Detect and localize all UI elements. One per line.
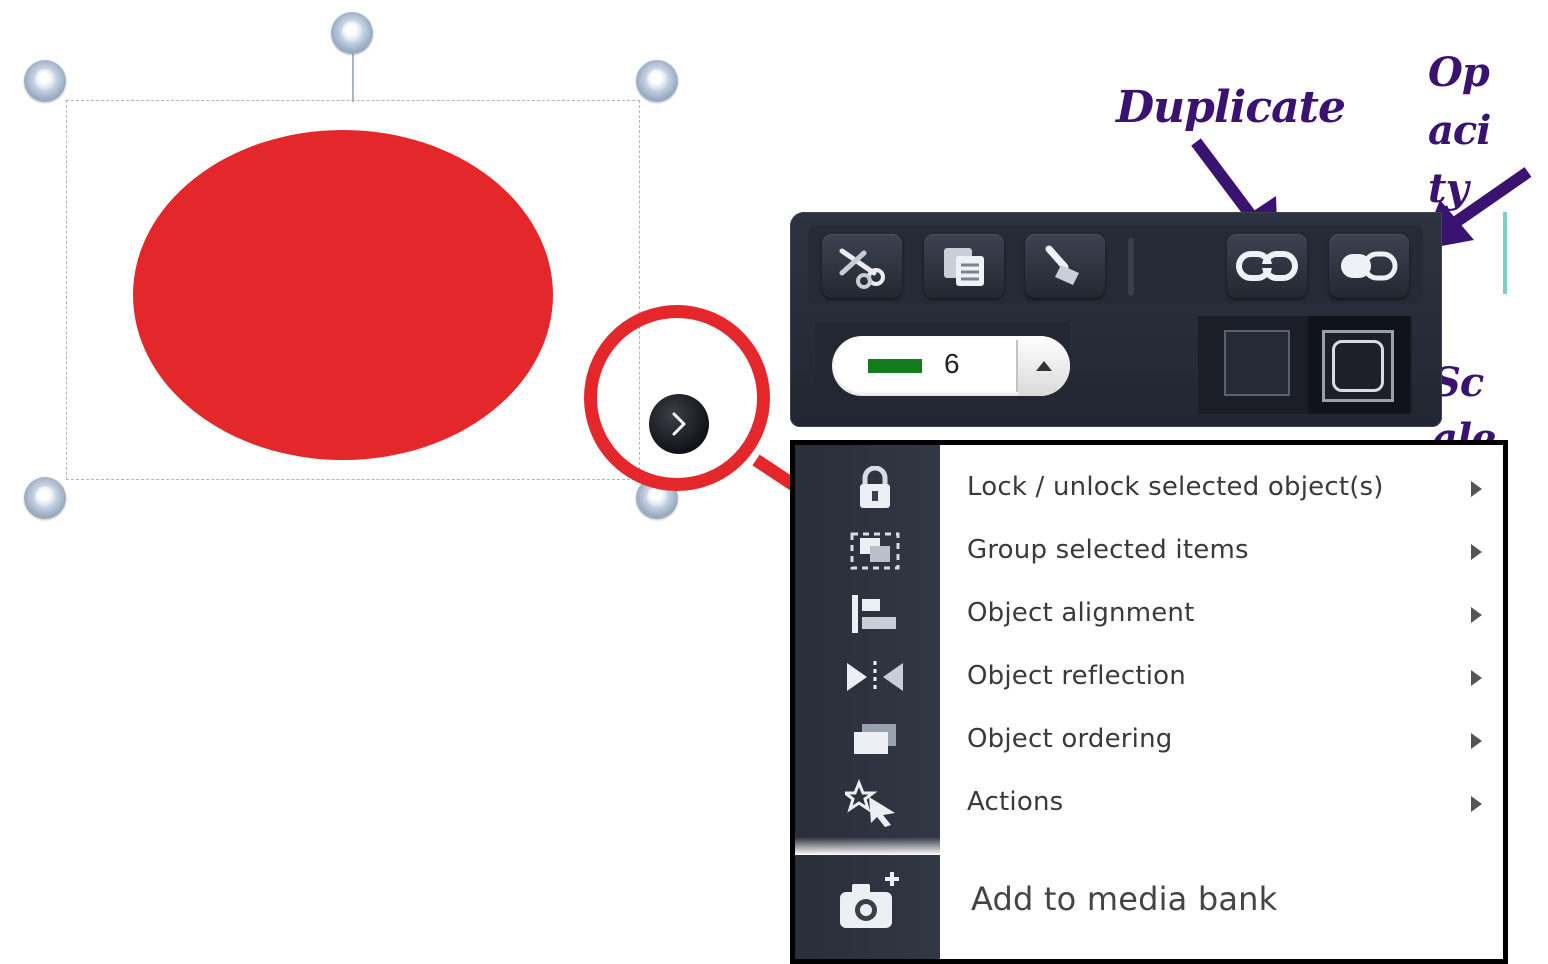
toolbar-separator — [1128, 238, 1134, 296]
submenu-arrow-icon — [1471, 733, 1482, 749]
order-icon — [835, 713, 915, 767]
annotation-opacity-line: ty — [1428, 165, 1469, 212]
annotation-scale-line: Sc — [1432, 359, 1484, 406]
menu-scroll-fade — [795, 837, 1503, 855]
menu-item-group[interactable]: Group selected items — [795, 520, 1508, 582]
cut-button[interactable] — [822, 234, 902, 298]
format-painter-button[interactable] — [1025, 234, 1105, 298]
copy-button[interactable] — [924, 234, 1004, 298]
menu-item-lock[interactable]: Lock / unlock selected object(s) — [795, 457, 1508, 519]
caret-up-icon — [1036, 361, 1052, 371]
line-color-swatch — [868, 359, 922, 373]
submenu-arrow-icon — [1471, 544, 1482, 560]
lock-icon — [835, 461, 915, 515]
duplicate-button[interactable] — [1227, 234, 1307, 298]
align-icon — [835, 587, 915, 641]
menu-item-label: Add to media bank — [971, 880, 1278, 918]
reflect-icon — [835, 650, 915, 704]
brush-icon — [1045, 245, 1079, 285]
annotation-opacity-line: aci — [1428, 107, 1491, 154]
submenu-arrow-icon — [1471, 607, 1482, 623]
camera-add-icon — [829, 870, 909, 934]
group-icon — [835, 524, 915, 578]
annotation-duplicate: Duplicate — [1116, 82, 1346, 133]
line-width-value[interactable]: 6 — [944, 348, 960, 380]
scissors-icon — [839, 248, 885, 289]
menu-item-label: Group selected items — [967, 535, 1249, 565]
annotation-opacity-line: Op — [1428, 49, 1490, 96]
menu-item-add-to-media-bank[interactable]: Add to media bank — [795, 870, 1508, 932]
menu-item-label: Object alignment — [967, 598, 1195, 628]
submenu-arrow-icon — [1471, 481, 1482, 497]
opacity-button[interactable] — [1329, 234, 1409, 298]
copy-icon — [944, 248, 984, 286]
submenu-arrow-icon — [1471, 670, 1482, 686]
menu-item-reflection[interactable]: Object reflection — [795, 646, 1508, 708]
duplicate-link-icon — [1236, 251, 1298, 281]
menu-item-ordering[interactable]: Object ordering — [795, 709, 1508, 771]
submenu-arrow-icon — [1471, 796, 1482, 812]
menu-item-label: Lock / unlock selected object(s) — [967, 472, 1384, 502]
border-style-square-option[interactable] — [1224, 330, 1290, 396]
magic-cursor-icon — [835, 776, 915, 830]
menu-item-label: Object ordering — [967, 724, 1173, 754]
annotation-opacity: Op aci ty — [1428, 44, 1528, 218]
menu-item-alignment[interactable]: Object alignment — [795, 583, 1508, 645]
menu-item-actions[interactable]: Actions — [795, 772, 1508, 834]
line-width-stepper[interactable]: 6 — [832, 336, 1070, 396]
object-context-menu: Lock / unlock selected object(s) Group s… — [790, 440, 1508, 964]
opacity-icon — [1341, 251, 1398, 281]
menu-item-label: Object reflection — [967, 661, 1186, 691]
rounded-square-icon — [1332, 340, 1384, 392]
teal-divider — [1503, 212, 1507, 294]
menu-item-label: Actions — [967, 787, 1064, 817]
border-style-rounded-option[interactable] — [1322, 330, 1394, 402]
